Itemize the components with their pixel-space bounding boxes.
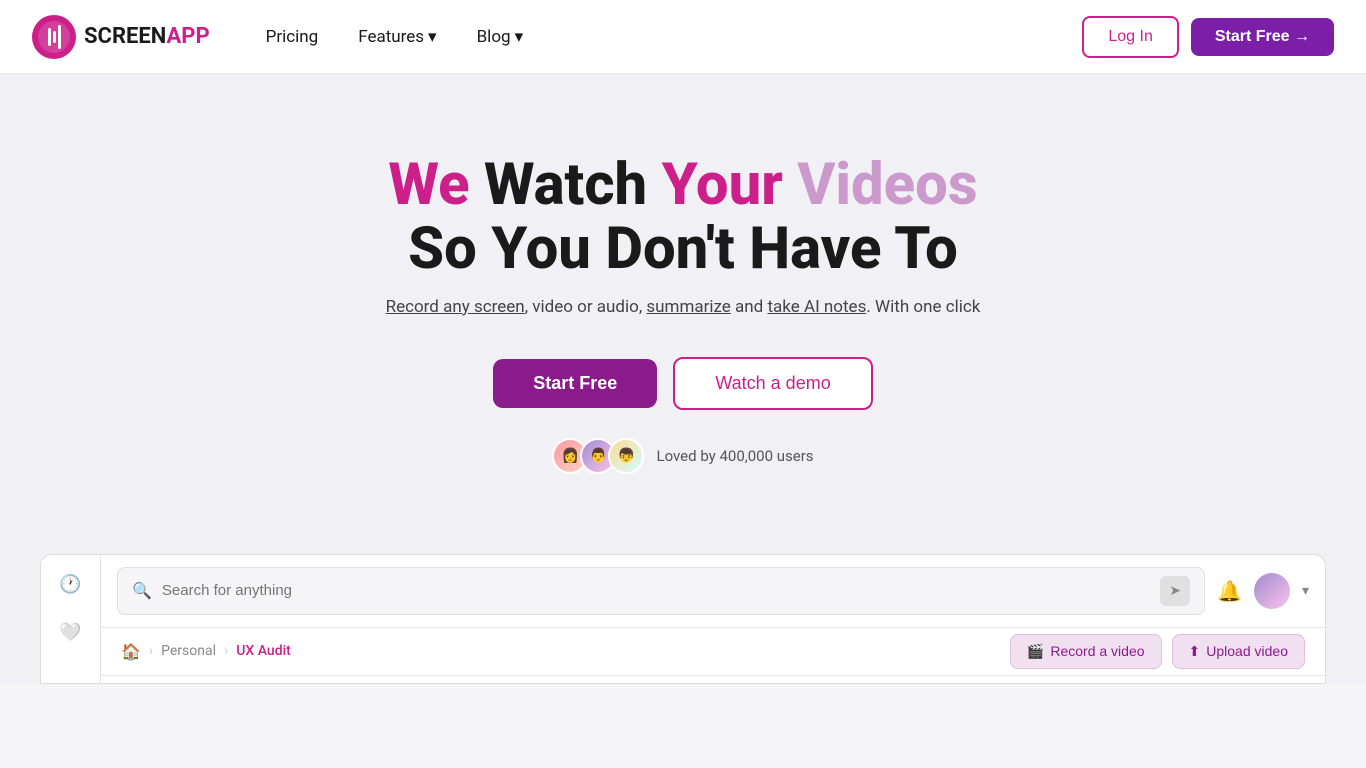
user-avatar[interactable] [1254, 573, 1290, 609]
logo[interactable]: SCREENAPP [32, 15, 210, 59]
user-avatars: 👩 👨 👦 [552, 438, 644, 474]
breadcrumb: 🏠 › Personal › UX Audit [101, 628, 311, 675]
hero-start-free-button[interactable]: Start Free [493, 359, 657, 408]
topbar-icons: 🔔 ▾ [1217, 573, 1309, 609]
history-icon[interactable]: 🕐 [57, 571, 85, 599]
social-proof-text: Loved by 400,000 users [656, 447, 813, 465]
record-video-button[interactable]: 🎬 Record a video [1010, 634, 1162, 669]
notification-bell-icon[interactable]: 🔔 [1217, 579, 1242, 603]
breadcrumb-row: 🏠 › Personal › UX Audit 🎬 Record a video… [101, 628, 1325, 676]
start-free-button[interactable]: Start Free → [1191, 18, 1334, 56]
summarize-link[interactable]: summarize [646, 297, 730, 317]
demo-topbar: 🔍 ➤ 🔔 ▾ [101, 555, 1325, 628]
demo-actions: 🎬 Record a video ⬆ Upload video [1010, 634, 1325, 669]
breadcrumb-current[interactable]: UX Audit [236, 643, 291, 659]
nav-link-features[interactable]: Features ▾ [342, 19, 452, 55]
social-proof: 👩 👨 👦 Loved by 400,000 users [20, 438, 1346, 474]
home-icon[interactable]: 🏠 [121, 642, 141, 661]
hero-section: We Watch Your Videos So You Don't Have T… [0, 74, 1366, 534]
demo-section: 🕐 🤍 🔍 ➤ 🔔 ▾ 🏠 [0, 534, 1366, 684]
upload-icon: ⬆ [1189, 643, 1201, 660]
nav-link-pricing[interactable]: Pricing [250, 19, 335, 55]
hero-watch-demo-button[interactable]: Watch a demo [673, 357, 872, 410]
favorites-icon[interactable]: 🤍 [57, 619, 85, 647]
nav-link-blog[interactable]: Blog ▾ [461, 19, 540, 55]
chevron-down-icon: ▾ [515, 27, 524, 47]
navbar: SCREENAPP Pricing Features ▾ Blog ▾ Log … [0, 0, 1366, 74]
hero-subtitle: Record any screen, video or audio, summa… [20, 294, 1346, 321]
demo-search-bar[interactable]: 🔍 ➤ [117, 567, 1205, 615]
search-icon: 🔍 [132, 581, 152, 600]
ai-notes-link[interactable]: take AI notes [767, 297, 866, 317]
logo-icon [32, 15, 76, 59]
search-input[interactable] [162, 582, 1150, 599]
breadcrumb-personal[interactable]: Personal [161, 643, 216, 659]
demo-sidebar: 🕐 🤍 [41, 555, 101, 683]
demo-main: 🔍 ➤ 🔔 ▾ 🏠 › Personal › UX Audit [101, 555, 1325, 683]
chevron-down-icon[interactable]: ▾ [1302, 583, 1309, 599]
nav-links: Pricing Features ▾ Blog ▾ [250, 19, 1083, 55]
chevron-down-icon: ▾ [428, 27, 437, 47]
avatar: 👦 [608, 438, 644, 474]
hero-title: We Watch Your Videos So You Don't Have T… [20, 154, 1346, 282]
record-link[interactable]: Record any screen [386, 297, 525, 317]
nav-actions: Log In Start Free → [1082, 16, 1334, 58]
login-button[interactable]: Log In [1082, 16, 1178, 58]
upload-video-button[interactable]: ⬆ Upload video [1172, 634, 1305, 669]
demo-window: 🕐 🤍 🔍 ➤ 🔔 ▾ 🏠 [40, 554, 1326, 684]
send-button[interactable]: ➤ [1160, 576, 1190, 606]
hero-buttons: Start Free Watch a demo [20, 357, 1346, 410]
record-icon: 🎬 [1027, 643, 1044, 660]
logo-text: SCREENAPP [84, 24, 210, 49]
